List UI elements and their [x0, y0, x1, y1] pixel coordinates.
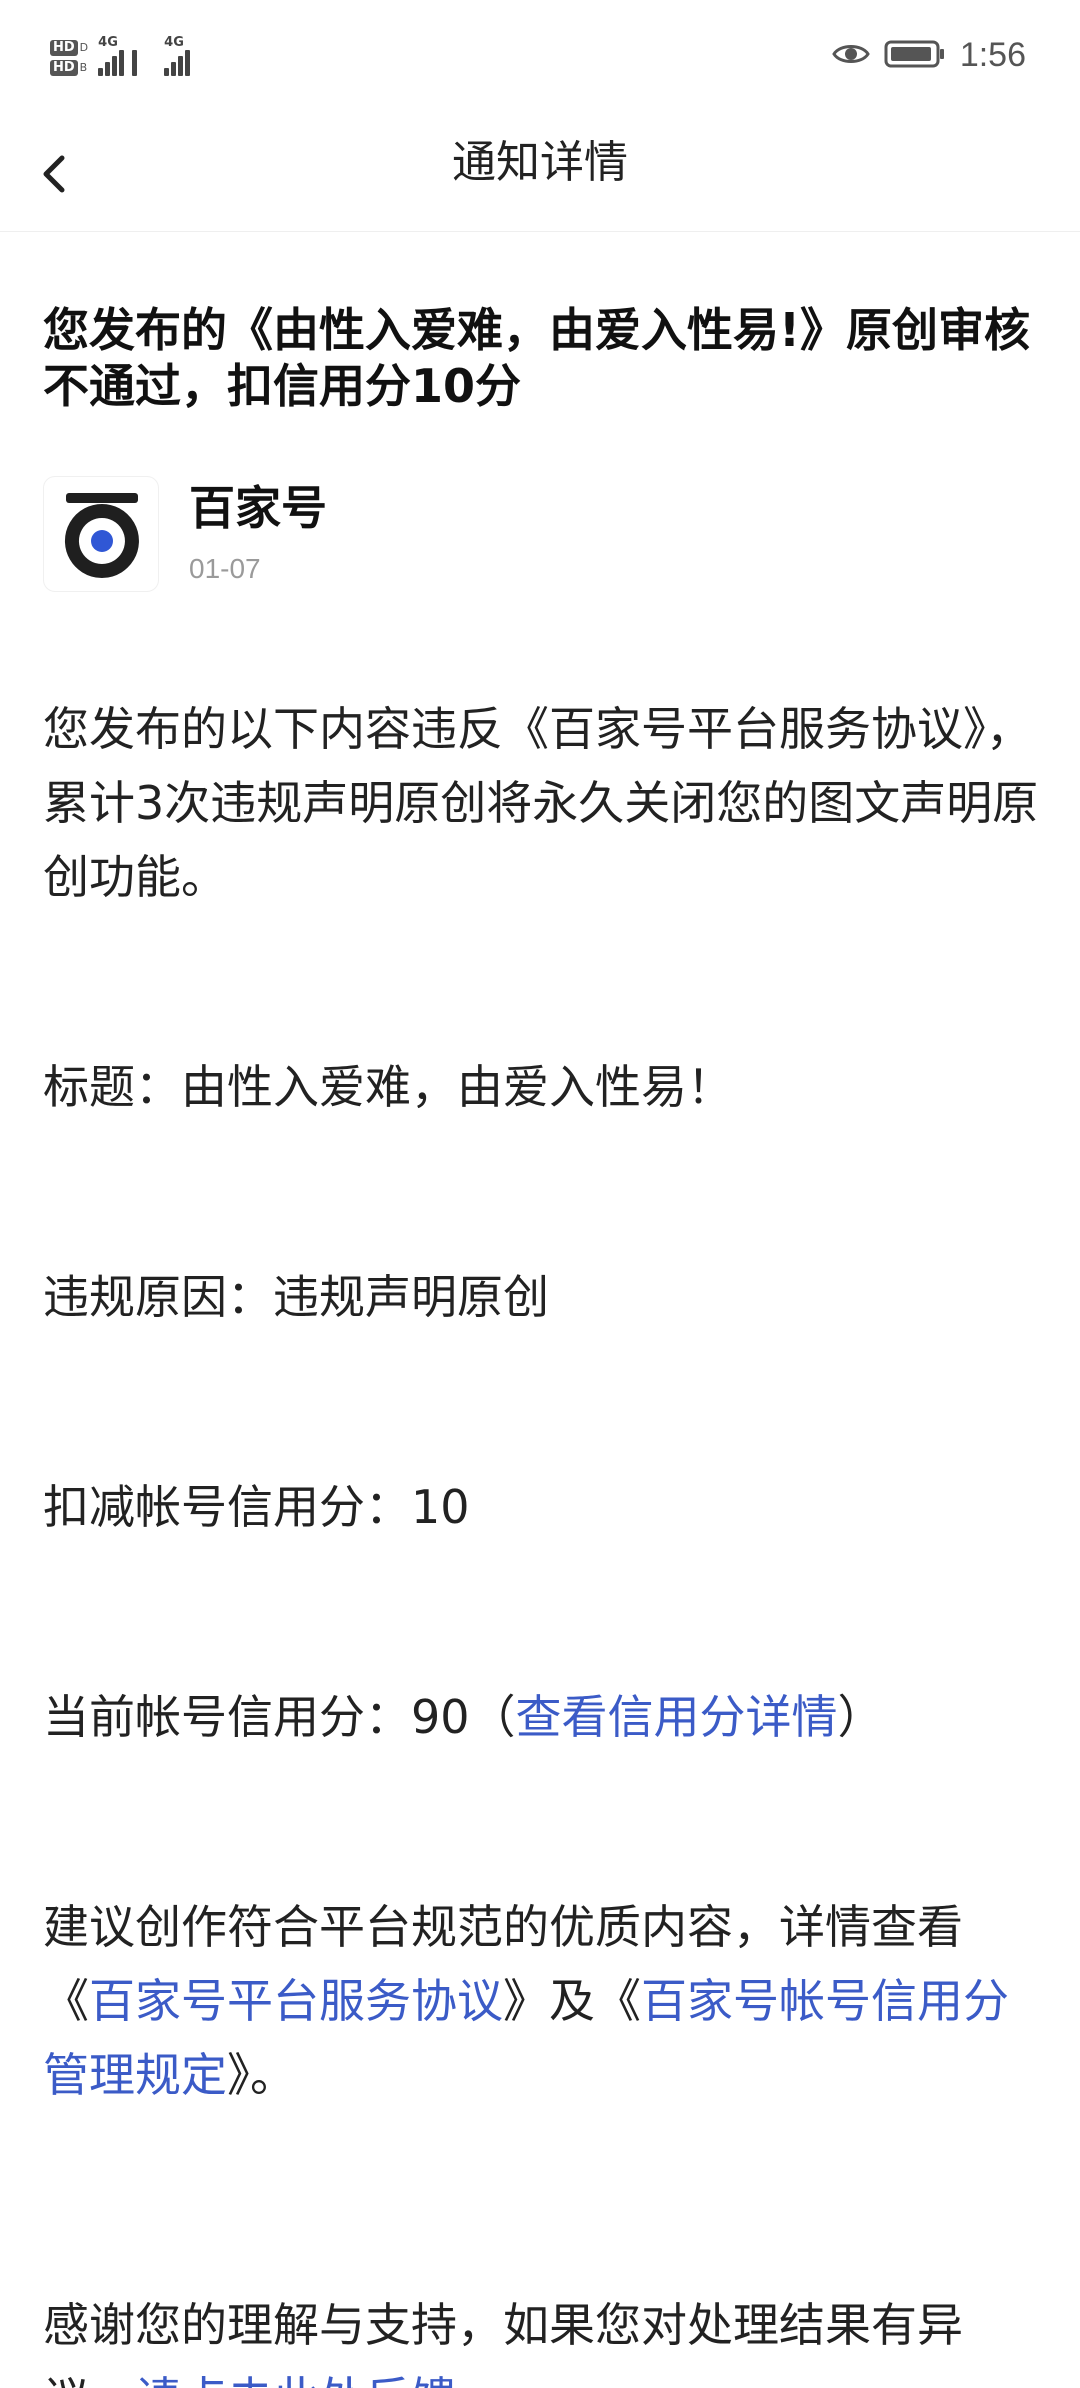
status-right: 1:56	[832, 36, 1026, 75]
hd-label: HD	[50, 40, 78, 56]
current-score-text: 当前帐号信用分：90（	[43, 1690, 516, 1744]
suggestion-middle: 》及《	[503, 1974, 641, 2028]
thanks-line-2: 议，请点击此处反馈	[43, 2362, 1043, 2388]
eye-icon	[832, 41, 870, 71]
status-left: HD D HD B 4G 4G	[50, 36, 220, 76]
thanks-line-2-text: 议，	[43, 2372, 135, 2388]
hd-indicators: HD D HD B	[50, 40, 88, 76]
current-score-line: 当前帐号信用分：90（查看信用分详情）	[43, 1680, 1043, 1754]
thanks-paragraph: 感谢您的理解与支持，如果您对处理结果有异 议，请点击此处反馈	[43, 2288, 1043, 2388]
current-score-suffix: ）	[837, 1690, 884, 1744]
notice-intro: 您发布的以下内容违反《百家号平台服务协议》，累计3次违规声明原创将永久关闭您的图…	[43, 702, 1039, 904]
hd-badge-2: HD B	[50, 60, 88, 76]
page-title: 通知详情	[452, 137, 628, 188]
notice-date: 01-07	[189, 553, 261, 584]
feedback-link[interactable]: 请点击此处反馈	[135, 2372, 457, 2388]
hd-sub-1: D	[79, 41, 89, 54]
battery-icon	[884, 39, 946, 73]
notice-title: 您发布的《由性入爱难，由爱入性易!》原创审核不通过，扣信用分10分	[43, 303, 1030, 413]
article-title-line: 标题：由性入爱难，由爱入性易！	[43, 1060, 733, 1114]
notice-content: 您发布的《由性入爱难，由爱入性易!》原创审核不通过，扣信用分10分 百家号 01…	[43, 232, 1043, 2112]
status-bar: HD D HD B 4G 4G 1:56	[0, 0, 1080, 120]
hd-badge-1: HD D	[50, 40, 88, 56]
hd-sub-2: B	[79, 61, 88, 74]
deducted-score-line: 扣减帐号信用分：10	[43, 1480, 470, 1534]
suggestion-paragraph: 建议创作符合平台规范的优质内容，详情查看《百家号平台服务协议》及《百家号帐号信用…	[43, 1890, 1043, 2112]
network-label-1: 4G	[98, 35, 118, 50]
baijiahao-logo-icon	[43, 476, 159, 592]
network-label-2: 4G	[164, 35, 184, 50]
signal-icon-2: 4G	[164, 36, 220, 76]
credit-details-link[interactable]: 查看信用分详情	[516, 1690, 838, 1744]
thanks-line: 感谢您的理解与支持，如果您对处理结果有异	[43, 2298, 963, 2352]
signal-icon: 4G	[98, 36, 154, 76]
suggestion-suffix: 》。	[227, 2048, 296, 2102]
notice-source: 百家号 01-07	[43, 476, 1043, 594]
clock-time: 1:56	[959, 36, 1026, 74]
violation-reason-line: 违规原因：违规声明原创	[43, 1270, 549, 1324]
hd-label: HD	[50, 60, 78, 76]
service-agreement-link[interactable]: 百家号平台服务协议	[89, 1974, 503, 2028]
app-header: 通知详情	[0, 120, 1080, 232]
source-name: 百家号	[189, 481, 327, 535]
